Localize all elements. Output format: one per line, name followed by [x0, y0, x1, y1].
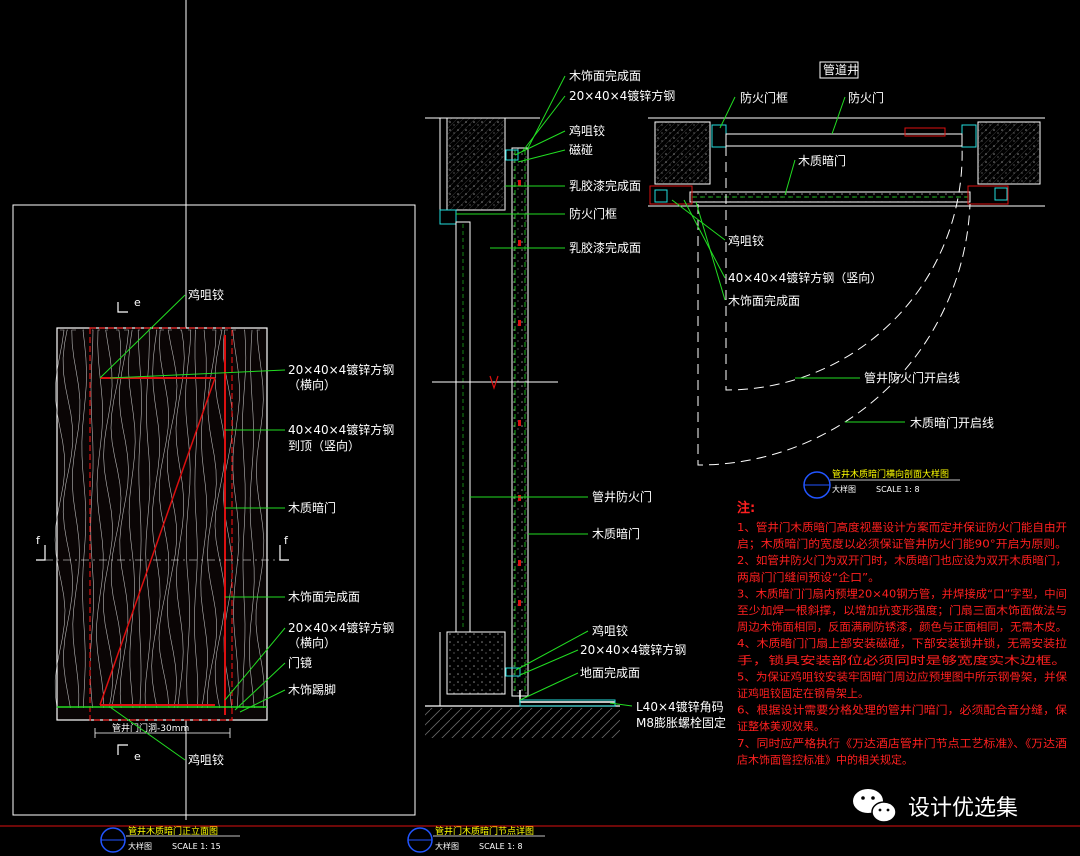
fire-frame-top: [439, 209, 457, 225]
section-label-hidden-door: 木质暗门: [592, 526, 640, 541]
door-handle: [904, 127, 946, 137]
section-label-angle-steel: L40×4镀锌角码: [636, 700, 724, 714]
elevation-label-tube-horizontal-b: 20×40×4镀锌方钢: [288, 620, 394, 635]
elevation-label-skirting: 木饰踢脚: [288, 682, 336, 697]
note-line: 至少加焊一根斜撑，以增加抗变形强度；门扇三面木饰面做法与: [737, 603, 1067, 617]
horizontal-label-tube: 40×40×4镀锌方钢（竖向）: [728, 270, 882, 285]
horizontal-title-block: 管井木质暗门横向剖面大样图 大样图 SCALE 1: 8: [803, 468, 960, 499]
note-line: 证整体美观效果。: [737, 719, 825, 733]
note-line: 4、木质暗门门扇上部安装磁碰，下部安装锁井锁，无需安装拉: [737, 636, 1067, 650]
watermark: 设计优选集: [853, 789, 1018, 823]
cad-drawing: 管井门门洞-30mm e e f f 鸡咀铰 20×40×4镀锌方钢 （横向） …: [0, 0, 1080, 853]
section-mark-e-top-label: e: [134, 296, 141, 309]
elevation-view: 管井门门洞-30mm e e f f 鸡咀铰 20×40×4镀锌方钢 （横向） …: [12, 0, 416, 820]
section-mark-f-right-label: f: [284, 534, 289, 547]
horizontal-title-sub: 大样图: [832, 484, 856, 494]
section-label-fire-door: 管井防火门: [592, 489, 652, 504]
horizontal-title-scale: SCALE 1: 8: [876, 485, 920, 494]
elevation-title: 管井木质暗门正立面图: [128, 825, 218, 837]
elevation-label-hinge-top: 鸡咀铰: [188, 287, 224, 302]
notes-lines: 1、管井门木质暗门高度视墨设计方案而定并保证防火门能自由开启；木质暗门的宽度以必…: [737, 520, 1067, 766]
section-title-block: 管井门木质暗门节点详图 大样图 SCALE 1: 8: [407, 825, 545, 853]
note-line: 2、如管井防火门为双开门时，木质暗门也应设为双开木质暗门，: [737, 553, 1067, 567]
elevation-label-tube-horizontal-2: （横向）: [288, 377, 336, 392]
section-label-tube: 20×40×4镀锌方钢: [569, 88, 675, 103]
note-line: 启；木质暗门的宽度以必须保证管井防火门能90°开启为原则。: [737, 537, 1067, 551]
elevation-label-hinge-bottom: 鸡咀铰: [188, 752, 224, 767]
section-title-sub: 大样图: [435, 841, 459, 851]
note-line: 7、同时应严格执行《万达酒店管井门节点工艺标准》、《万达酒: [737, 736, 1067, 750]
notes-block: 注: 1、管井门木质暗门高度视墨设计方案而定并保证防火门能自由开启；木质暗门的宽…: [737, 500, 1067, 766]
note-line: 两扇门门缝间预设“企口”。: [737, 570, 880, 584]
note-line: 6、根据设计需要分格处理的管井门暗门，必须配合音分缝，保: [737, 703, 1067, 717]
horizontal-label-fire-frame: 防火门框: [740, 90, 788, 105]
section-label-fire-frame: 防火门框: [569, 206, 617, 221]
section-mark-e-bottom-label: e: [134, 750, 141, 763]
horizontal-section-view: 管道井 防火门框 防火门 木质暗门 鸡咀铰 40×40×4镀锌方钢（竖向） 木饰…: [648, 61, 1045, 499]
section-label-latex-finish-2: 乳胶漆完成面: [569, 240, 641, 255]
horizontal-label-wood-swing: 木质暗门开启线: [910, 415, 994, 430]
note-line: 周边木饰面相同，反面满刷防锈漆，颜色与正面相同，无需木皮。: [737, 620, 1067, 634]
elevation-title-block: 管井木质暗门正立面图 大样图 SCALE 1: 15: [100, 825, 240, 853]
section-mark-f-left: [36, 545, 46, 561]
elevation-label-hidden-door: 木质暗门: [288, 500, 336, 515]
section-label-hinge: 鸡咀铰: [569, 123, 605, 138]
section-label-hinge-2: 鸡咀铰: [592, 623, 628, 638]
section-label-latex-finish: 乳胶漆完成面: [569, 178, 641, 193]
section-title-scale: SCALE 1: 8: [479, 842, 523, 851]
horizontal-title: 管井木质暗门横向剖面大样图: [832, 468, 949, 480]
note-line: 1、管井门木质暗门高度视墨设计方案而定并保证防火门能自由开: [737, 520, 1067, 534]
horizontal-label-wood-finish: 木饰面完成面: [728, 293, 800, 308]
note-line: 5、为保证鸡咀铰安装牢固暗门周边应预埋图中所示钢骨架，并保: [737, 669, 1067, 683]
horizontal-label-shaft: 管道井: [823, 62, 859, 77]
horizontal-label-fire-swing: 管井防火门开启线: [864, 370, 960, 385]
notes-heading: 注:: [737, 500, 755, 516]
horizontal-label-fire-door: 防火门: [848, 90, 884, 105]
note-line: 手，锁具安装部位必须同时是够宽度实木边框。: [737, 653, 1067, 667]
note-line: 证鸡咀铰固定在钢骨架上。: [737, 686, 869, 700]
horizontal-label-hinge: 鸡咀铰: [728, 233, 764, 248]
section-label-magnet: 磁碰: [569, 142, 593, 157]
elevation-label-tube-vertical: 40×40×4镀锌方钢: [288, 422, 394, 437]
section-label-tube-2: 20×40×4镀锌方钢: [580, 642, 686, 657]
section-label-floor-finish: 地面完成面: [580, 665, 640, 680]
section-mark-e-bottom: [117, 744, 128, 755]
floor-slab: [425, 708, 620, 738]
elevation-label-wood-finish: 木饰面完成面: [288, 589, 360, 604]
wall-block-bottom: [446, 631, 506, 695]
elevation-label-door-mirror: 门镜: [288, 655, 312, 670]
note-line: 店木饰面管控标准》中的相关规定。: [737, 752, 913, 766]
section-label-bolt: M8膨胀螺栓固定: [636, 715, 726, 730]
wechat-icon: [853, 789, 897, 823]
horizontal-label-hidden-door: 木质暗门: [798, 153, 846, 168]
section-mark-f-right: [279, 545, 289, 561]
door-panel-outline: [56, 327, 268, 721]
fire-frame-left: [711, 124, 727, 148]
elevation-label-tube-vertical-2: 到顶（竖向）: [288, 438, 360, 453]
section-mark-f-left-label: f: [36, 534, 41, 547]
elevation-label-tube-horizontal: 20×40×4镀锌方钢: [288, 362, 394, 377]
section-mark-e-top: [117, 302, 128, 313]
section-title: 管井门木质暗门节点详图: [435, 825, 534, 837]
fire-frame-right: [961, 124, 977, 148]
elevation-title-sub: 大样图: [128, 841, 152, 851]
elevation-title-scale: SCALE 1: 15: [172, 842, 221, 851]
width-dimension-label: 管井门门洞-30mm: [112, 722, 189, 734]
watermark-text: 设计优选集: [908, 796, 1018, 821]
note-line: 3、木质暗门门扇内预埋20×40钢方管，并焊接成“口”字型，中间: [737, 586, 1067, 600]
elevation-label-tube-horizontal-b2: （横向）: [288, 635, 336, 650]
fire-door-swing-arc: [725, 145, 963, 391]
section-label-wood-finish: 木饰面完成面: [569, 68, 641, 83]
